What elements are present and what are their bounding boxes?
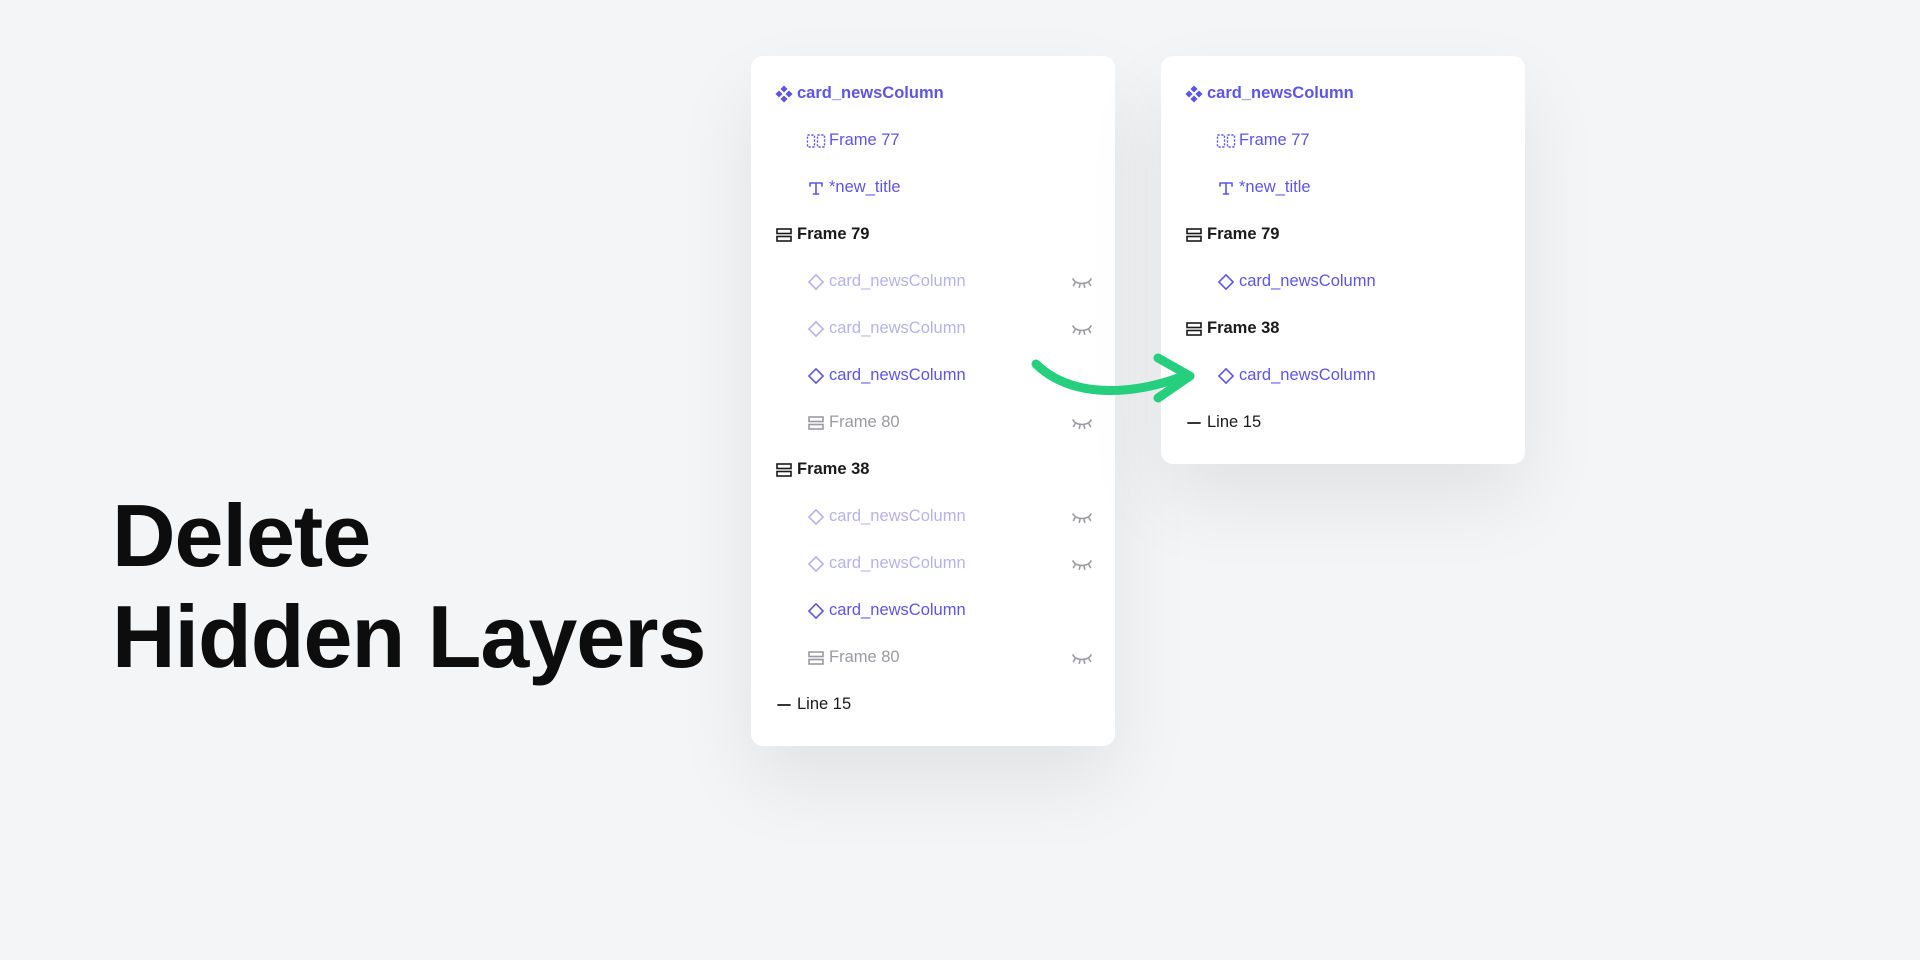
frame-icon [771, 461, 797, 479]
hidden-eye-icon[interactable] [1069, 320, 1095, 338]
frame-icon [1181, 320, 1207, 338]
instance-icon [803, 555, 829, 573]
layer-row[interactable]: Frame 79 [751, 211, 1115, 258]
frame-icon [803, 649, 829, 667]
text-group-icon [1213, 132, 1239, 150]
headline-line-1: Delete [112, 485, 705, 586]
headline-line-2: Hidden Layers [112, 586, 705, 687]
layer-row[interactable]: Line 15 [1161, 399, 1525, 446]
layer-label: Frame 38 [797, 460, 1069, 479]
hidden-eye-icon[interactable] [1069, 649, 1095, 667]
text-icon [1213, 179, 1239, 197]
text-group-icon [803, 132, 829, 150]
layer-row[interactable]: Frame 38 [1161, 305, 1525, 352]
layer-row[interactable]: card_newsColumn [751, 352, 1115, 399]
hidden-eye-icon[interactable] [1069, 508, 1095, 526]
layer-label: Frame 38 [1207, 319, 1479, 338]
layer-row[interactable]: Frame 77 [1161, 117, 1525, 164]
layer-label: Frame 79 [797, 225, 1069, 244]
component-icon [1181, 85, 1207, 103]
component-icon [771, 85, 797, 103]
layer-label: Line 15 [1207, 413, 1479, 432]
layer-label: Frame 77 [1239, 131, 1479, 150]
layer-label: card_newsColumn [797, 84, 1069, 103]
layers-panel-before: card_newsColumn Frame 77 *new_title Frame 7… [751, 56, 1115, 746]
layer-row[interactable]: Line 15 [751, 681, 1115, 728]
layer-row[interactable]: card_newsColumn [751, 305, 1115, 352]
layer-row[interactable]: Frame 77 [751, 117, 1115, 164]
layers-panel-after: card_newsColumn Frame 77 *new_title Frame 7… [1161, 56, 1525, 464]
layer-row[interactable]: *new_title [751, 164, 1115, 211]
layer-row[interactable]: card_newsColumn [1161, 258, 1525, 305]
instance-icon [803, 508, 829, 526]
layer-label: card_newsColumn [829, 366, 1069, 385]
layer-label: card_newsColumn [829, 272, 1069, 291]
instance-icon [803, 367, 829, 385]
layer-label: Frame 79 [1207, 225, 1479, 244]
instance-icon [803, 320, 829, 338]
frame-icon [771, 226, 797, 244]
layer-row[interactable]: card_newsColumn [751, 540, 1115, 587]
instance-icon [1213, 367, 1239, 385]
layer-label: card_newsColumn [829, 507, 1069, 526]
layer-row[interactable]: card_newsColumn [751, 587, 1115, 634]
layer-label: card_newsColumn [829, 554, 1069, 573]
layer-label: Frame 80 [829, 413, 1069, 432]
layer-row[interactable]: card_newsColumn [751, 258, 1115, 305]
layer-label: card_newsColumn [829, 601, 1069, 620]
instance-icon [803, 273, 829, 291]
layer-label: card_newsColumn [1239, 366, 1479, 385]
line-icon [1181, 414, 1207, 432]
frame-icon [1181, 226, 1207, 244]
layer-label: *new_title [829, 178, 1069, 197]
hidden-eye-icon[interactable] [1069, 414, 1095, 432]
layer-row[interactable]: Frame 80 [751, 634, 1115, 681]
text-icon [803, 179, 829, 197]
layer-row[interactable]: Frame 80 [751, 399, 1115, 446]
layer-row[interactable]: card_newsColumn [1161, 352, 1525, 399]
layer-label: card_newsColumn [829, 319, 1069, 338]
frame-icon [803, 414, 829, 432]
instance-icon [803, 602, 829, 620]
layer-label: Frame 77 [829, 131, 1069, 150]
line-icon [771, 696, 797, 714]
layer-row[interactable]: card_newsColumn [751, 493, 1115, 540]
layer-row[interactable]: card_newsColumn [751, 70, 1115, 117]
layer-row[interactable]: *new_title [1161, 164, 1525, 211]
layer-label: Line 15 [797, 695, 1069, 714]
layer-label: Frame 80 [829, 648, 1069, 667]
layer-row[interactable]: Frame 38 [751, 446, 1115, 493]
layer-label: card_newsColumn [1239, 272, 1479, 291]
layer-label: card_newsColumn [1207, 84, 1479, 103]
layer-row[interactable]: card_newsColumn [1161, 70, 1525, 117]
instance-icon [1213, 273, 1239, 291]
hidden-eye-icon[interactable] [1069, 555, 1095, 573]
headline: Delete Hidden Layers [112, 485, 705, 687]
layer-row[interactable]: Frame 79 [1161, 211, 1525, 258]
layer-label: *new_title [1239, 178, 1479, 197]
hidden-eye-icon[interactable] [1069, 273, 1095, 291]
